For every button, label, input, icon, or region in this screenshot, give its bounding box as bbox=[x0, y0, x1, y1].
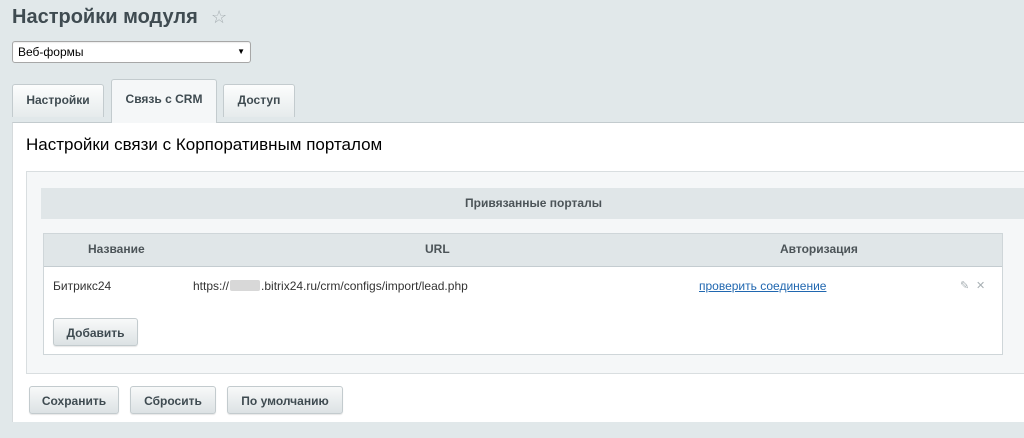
reset-button[interactable]: Сбросить bbox=[130, 386, 216, 414]
column-header-name: Название bbox=[88, 242, 145, 256]
add-portal-button[interactable]: Добавить bbox=[53, 318, 138, 346]
settings-panel: Настройки связи с Корпоративным порталом… bbox=[12, 122, 1024, 422]
column-header-auth: Авторизация bbox=[780, 242, 858, 256]
section-title: Настройки связи с Корпоративным порталом bbox=[26, 135, 383, 154]
chevron-down-icon: ▼ bbox=[237, 47, 245, 56]
save-button[interactable]: Сохранить bbox=[29, 386, 119, 414]
tab-crm[interactable]: Связь с CRM bbox=[111, 79, 217, 123]
redacted-subdomain bbox=[230, 280, 261, 291]
page-title: Настройки модуля bbox=[12, 6, 198, 28]
module-select-value: Веб-формы bbox=[18, 45, 84, 59]
portal-name: Битрикс24 bbox=[53, 279, 112, 293]
star-icon[interactable]: ☆ bbox=[211, 7, 227, 27]
table-title: Привязанные порталы bbox=[41, 188, 1024, 219]
url-suffix: .bitrix24.ru/crm/configs/import/lead.php bbox=[261, 279, 468, 293]
tab-settings[interactable]: Настройки bbox=[12, 84, 104, 117]
portal-url: https:// .bitrix24.ru/crm/configs/import/… bbox=[193, 279, 468, 293]
url-prefix: https:// bbox=[193, 279, 230, 293]
module-select[interactable]: Веб-формы ▼ bbox=[12, 41, 251, 63]
default-button[interactable]: По умолчанию bbox=[227, 386, 343, 414]
check-connection-link[interactable]: проверить соединение bbox=[699, 279, 826, 293]
portals-table: Название URL Авторизация Битрикс24 https… bbox=[43, 233, 1003, 355]
portals-box: Привязанные порталы Название URL Авториз… bbox=[26, 171, 1024, 374]
column-header-url: URL bbox=[425, 242, 450, 256]
pencil-icon[interactable]: ✎ bbox=[960, 279, 969, 292]
close-icon[interactable]: ✕ bbox=[976, 279, 985, 292]
tab-access[interactable]: Доступ bbox=[223, 84, 295, 117]
table-header-row: Название URL Авторизация bbox=[44, 234, 1002, 267]
